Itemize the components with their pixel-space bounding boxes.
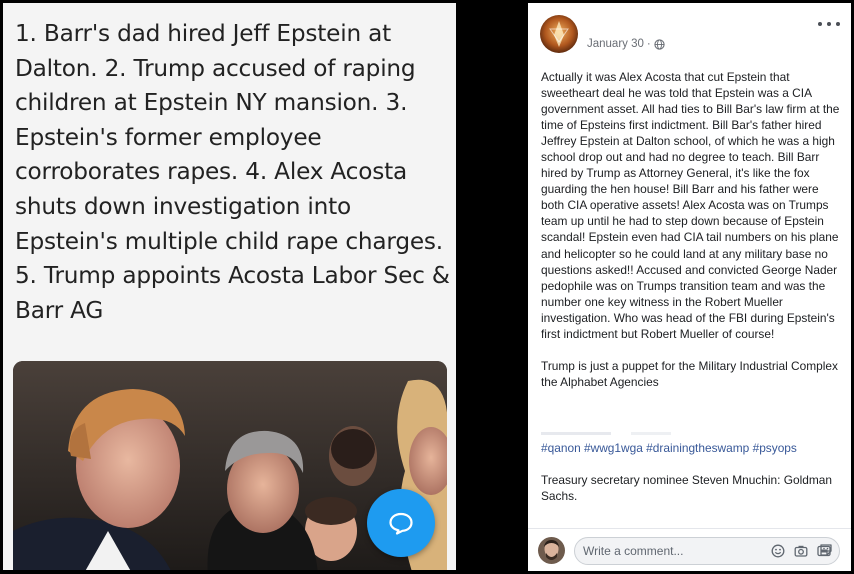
comment-bar: [528, 528, 851, 571]
meme-panel: 1. Barr's dad hired Jeff Epstein at Dalt…: [3, 3, 456, 570]
post-paragraph-1: Actually it was Alex Acosta that cut Eps…: [541, 70, 840, 341]
comment-box[interactable]: [574, 537, 840, 565]
meme-text: 1. Barr's dad hired Jeff Epstein at Dalt…: [15, 20, 450, 324]
hashtags: #qanon #wwg1wga #drainingtheswamp #psyop…: [541, 440, 843, 456]
blurred-text-line: [541, 432, 671, 435]
hashtag-link[interactable]: #drainingtheswamp: [646, 441, 749, 455]
chat-button[interactable]: [367, 489, 435, 557]
date-separator: ·: [646, 38, 651, 50]
post-body: Actually it was Alex Acosta that cut Eps…: [541, 69, 843, 504]
sticker-icon[interactable]: [819, 543, 833, 557]
post-meta: January 30 ·: [587, 38, 665, 50]
hashtag-link[interactable]: #psyops: [753, 441, 797, 455]
post-paragraph-2: Trump is just a puppet for the Military …: [541, 358, 838, 389]
hashtag-link[interactable]: #qanon: [541, 441, 581, 455]
facebook-post: January 30 · Actually it was Alex Acosta…: [528, 3, 851, 571]
emoji-icon[interactable]: [771, 544, 785, 558]
camera-icon[interactable]: [794, 544, 808, 558]
comment-input[interactable]: [583, 544, 723, 558]
post-footer-text: Treasury secretary nominee Steven Mnuchi…: [541, 472, 833, 503]
more-options-icon[interactable]: [818, 14, 840, 34]
user-avatar[interactable]: [538, 537, 565, 564]
chat-bubble-icon: [389, 512, 413, 535]
author-avatar[interactable]: [540, 15, 578, 53]
post-date[interactable]: January 30: [587, 38, 644, 50]
hashtag-link[interactable]: #wwg1wga: [584, 441, 643, 455]
globe-icon: [654, 38, 665, 50]
